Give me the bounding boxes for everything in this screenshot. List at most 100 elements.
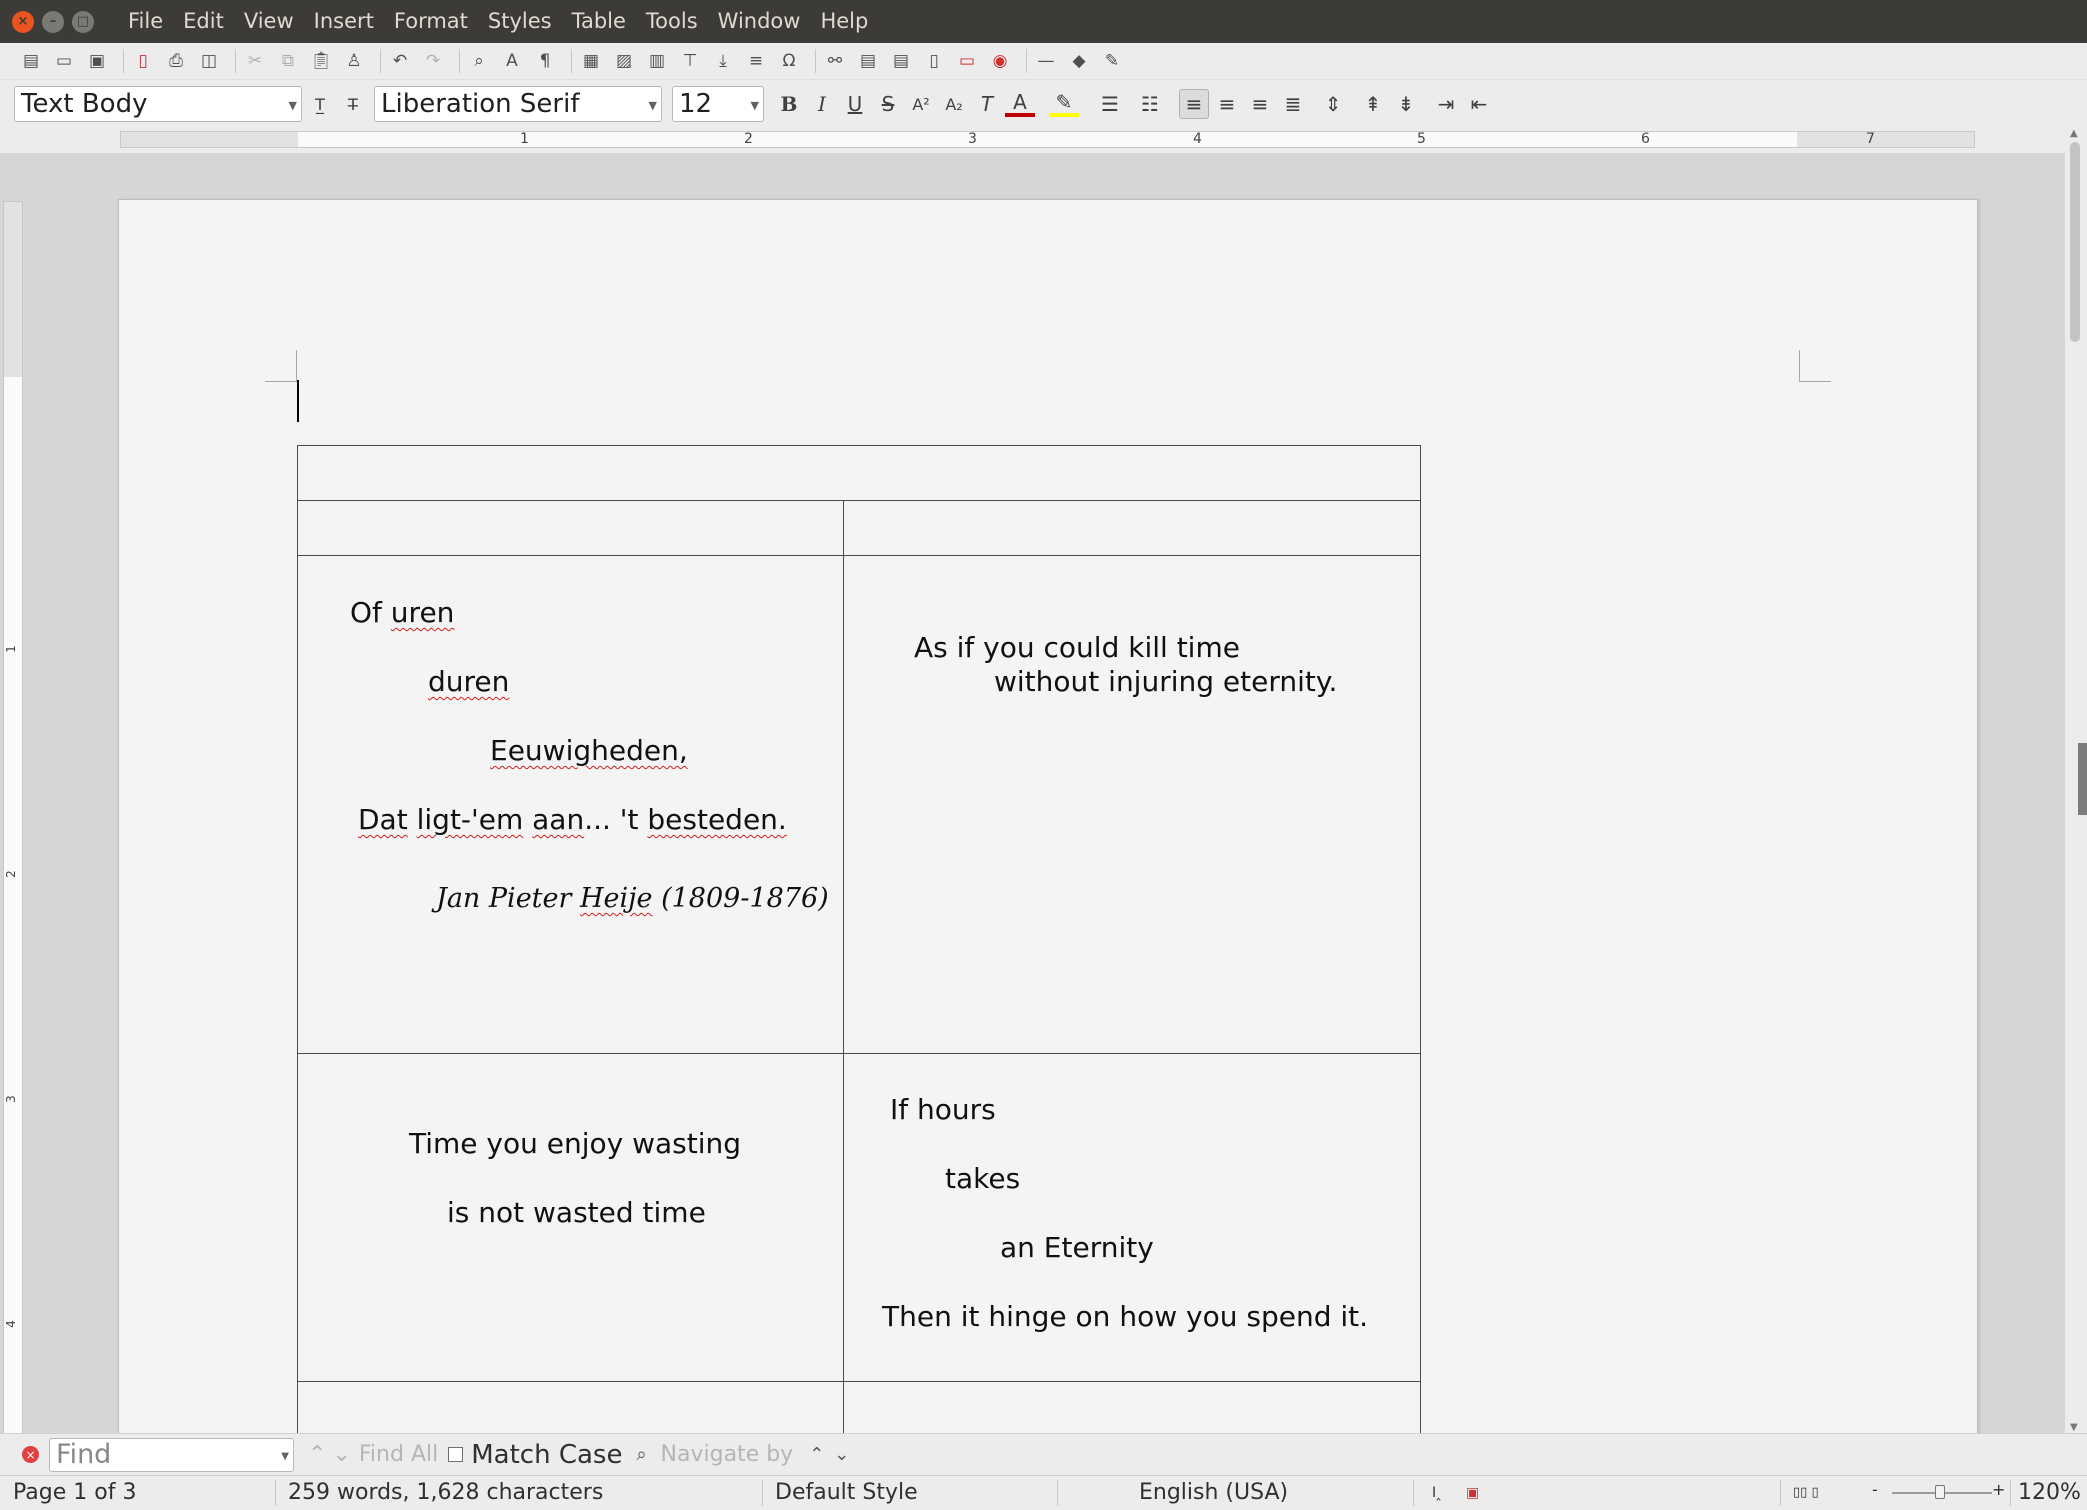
cut-icon[interactable]: ✂ [242, 48, 268, 74]
zoom-out-icon[interactable]: - [1872, 1480, 1878, 1499]
new-document-icon[interactable]: ▤ [18, 48, 44, 74]
decrease-indent-icon[interactable]: ⇤ [1464, 89, 1494, 119]
basic-shapes-icon[interactable]: ◆ [1066, 48, 1092, 74]
export-pdf-icon[interactable]: ▯ [130, 48, 156, 74]
menu-file[interactable]: File [118, 0, 173, 43]
hyperlink-icon[interactable]: ⚯ [822, 48, 848, 74]
paragraph-style-combo[interactable]: Text Body ▼ [14, 86, 302, 122]
table-cell[interactable]: As if you could kill time without injuri… [843, 555, 1421, 1054]
window-maximize-button[interactable]: □ [72, 10, 94, 33]
undo-icon[interactable]: ↶ [387, 48, 413, 74]
insert-chart-icon[interactable]: ▥ [644, 48, 670, 74]
table-cell[interactable] [297, 1381, 844, 1433]
word-count[interactable]: 259 words, 1,628 characters [288, 1480, 603, 1505]
increase-paragraph-spacing-icon[interactable]: ⇞ [1358, 89, 1388, 119]
menu-table[interactable]: Table [562, 0, 636, 43]
footnote-icon[interactable]: ▤ [855, 48, 881, 74]
table-cell[interactable]: Time you enjoy wasting is not wasted tim… [297, 1053, 844, 1382]
view-layout-icon[interactable]: ▯▯ ▯ [1793, 1485, 1819, 1500]
subscript-icon[interactable]: A₂ [939, 89, 969, 119]
find-next-icon[interactable]: ⌄ [332, 1442, 350, 1467]
update-style-icon[interactable]: T̲ [305, 89, 335, 119]
highlight-color-icon[interactable]: ✎ [1049, 90, 1079, 117]
navigate-down-icon[interactable]: ⌄ [834, 1444, 849, 1465]
table-cell[interactable] [843, 1381, 1421, 1433]
clone-formatting-icon[interactable]: ♙ [341, 48, 367, 74]
table-cell[interactable]: If hours takes an Eternity Then it hinge… [843, 1053, 1421, 1382]
insert-image-icon[interactable]: ▨ [611, 48, 637, 74]
menu-edit[interactable]: Edit [173, 0, 234, 43]
page-count[interactable]: Page 1 of 3 [13, 1480, 136, 1505]
window-minimize-button[interactable]: – [42, 10, 64, 33]
decrease-paragraph-spacing-icon[interactable]: ⇟ [1391, 89, 1421, 119]
superscript-icon[interactable]: A² [906, 89, 936, 119]
italic-icon[interactable]: I [807, 89, 837, 119]
special-character-icon[interactable]: Ω [776, 48, 802, 74]
find-previous-icon[interactable]: ⌃ [308, 1442, 326, 1467]
document-page[interactable]: Of uren duren Eeuwigheden, Dat ligt-'em … [118, 199, 1978, 1433]
clear-formatting-icon[interactable]: T [972, 89, 1002, 119]
increase-indent-icon[interactable]: ⇥ [1431, 89, 1461, 119]
strikethrough-icon[interactable]: S [873, 89, 903, 119]
scroll-down-icon[interactable]: ▼ [2070, 1422, 2078, 1433]
menu-insert[interactable]: Insert [304, 0, 384, 43]
menu-format[interactable]: Format [384, 0, 478, 43]
bold-icon[interactable]: B [774, 89, 804, 119]
window-close-button[interactable]: × [12, 10, 34, 33]
draw-functions-icon[interactable]: ✎ [1099, 48, 1125, 74]
new-style-icon[interactable]: T̶ [338, 89, 368, 119]
find-replace-icon[interactable]: ⌕ [636, 1444, 646, 1465]
align-right-icon[interactable]: ≡ [1245, 89, 1275, 119]
horizontal-ruler[interactable]: 1 2 3 4 5 6 7 [120, 131, 1975, 148]
zoom-slider-knob[interactable] [1935, 1485, 1945, 1499]
match-case-checkbox[interactable] [448, 1447, 464, 1462]
align-left-icon[interactable]: ≡ [1179, 89, 1209, 119]
insert-table-icon[interactable]: ▦ [578, 48, 604, 74]
insert-line-icon[interactable]: — [1033, 48, 1059, 74]
formatting-marks-icon[interactable]: ¶ [532, 48, 558, 74]
zoom-in-icon[interactable]: + [1992, 1480, 2005, 1499]
menu-tools[interactable]: Tools [636, 0, 708, 43]
menu-help[interactable]: Help [810, 0, 878, 43]
justify-icon[interactable]: ≣ [1278, 89, 1308, 119]
vertical-ruler[interactable]: 1 2 3 4 [3, 201, 23, 1433]
menu-view[interactable]: View [234, 0, 304, 43]
unordered-list-icon[interactable]: ☰ [1095, 89, 1125, 119]
sidebar-toggle-handle[interactable] [2078, 743, 2087, 815]
ordered-list-icon[interactable]: ☷ [1135, 89, 1165, 119]
document-table[interactable]: Of uren duren Eeuwigheden, Dat ligt-'em … [297, 445, 1421, 1433]
scrollbar-thumb[interactable] [2070, 142, 2080, 342]
table-cell[interactable]: Of uren duren Eeuwigheden, Dat ligt-'em … [297, 555, 844, 1054]
insert-textbox-icon[interactable]: ⊤ [677, 48, 703, 74]
scroll-up-icon[interactable]: ▲ [2070, 128, 2078, 139]
insert-field-icon[interactable]: ≡ [743, 48, 769, 74]
font-name-combo[interactable]: Liberation Serif ▼ [374, 86, 662, 122]
line-spacing-icon[interactable]: ⇕ [1318, 89, 1348, 119]
zoom-level[interactable]: 120% [2018, 1480, 2081, 1505]
document-modified-icon[interactable]: ▣ [1466, 1485, 1479, 1501]
find-all-button[interactable]: Find All [359, 1442, 438, 1467]
font-color-icon[interactable]: A [1005, 90, 1035, 117]
close-icon[interactable]: × [22, 1446, 39, 1463]
table-cell[interactable] [297, 500, 844, 556]
print-icon[interactable]: ⎙ [163, 48, 189, 74]
copy-icon[interactable]: ⧉ [275, 48, 301, 74]
page-style[interactable]: Default Style [775, 1480, 918, 1505]
bookmark-icon[interactable]: ▯ [921, 48, 947, 74]
insert-page-break-icon[interactable]: ⤓ [710, 48, 736, 74]
insert-mode-icon[interactable]: I‸ [1432, 1485, 1441, 1501]
redo-icon[interactable]: ↷ [420, 48, 446, 74]
underline-icon[interactable]: U [840, 89, 870, 119]
table-cell[interactable] [843, 500, 1421, 556]
track-changes-icon[interactable]: ◉ [987, 48, 1013, 74]
find-replace-icon[interactable]: ⌕ [466, 48, 492, 74]
navigate-up-icon[interactable]: ⌃ [809, 1444, 824, 1465]
open-icon[interactable]: ▭ [51, 48, 77, 74]
spelling-icon[interactable]: A [499, 48, 525, 74]
comment-icon[interactable]: ▭ [954, 48, 980, 74]
menu-window[interactable]: Window [708, 0, 811, 43]
paste-icon[interactable]: 📋︎ [308, 48, 334, 74]
endnote-icon[interactable]: ▤ [888, 48, 914, 74]
font-size-combo[interactable]: 12 ▼ [672, 86, 764, 122]
table-cell[interactable] [297, 445, 1421, 501]
